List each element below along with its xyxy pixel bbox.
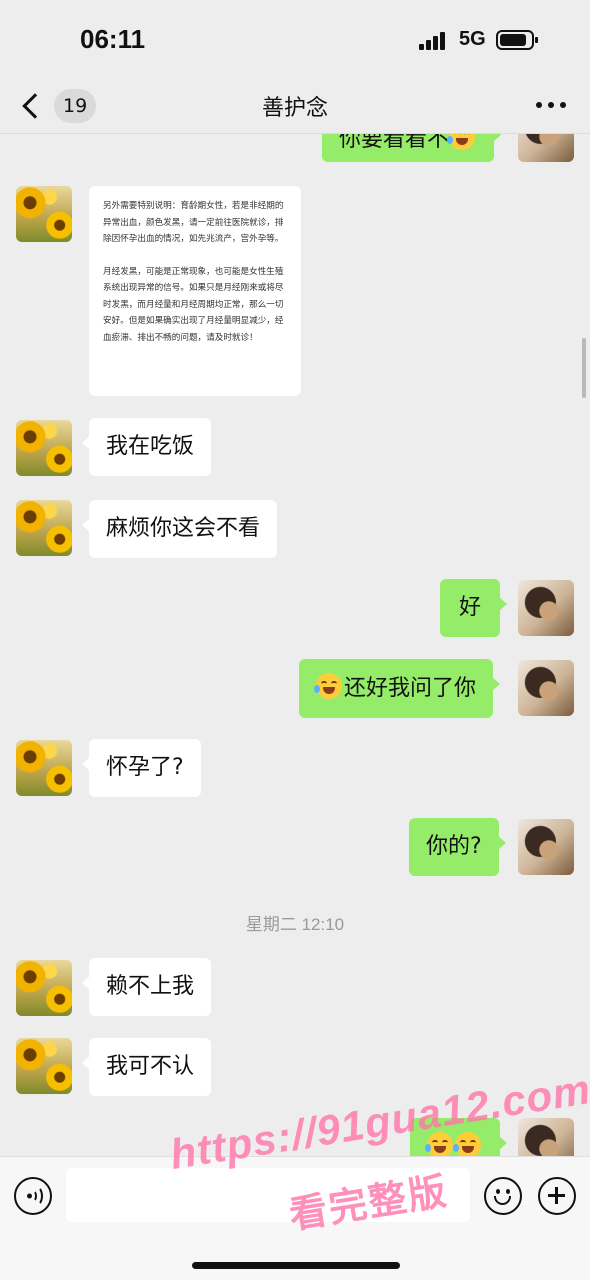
emoji-button[interactable] <box>484 1177 522 1215</box>
message-text: 赖不上我 <box>106 974 195 999</box>
my-avatar[interactable] <box>518 819 574 875</box>
message-bubble-incoming[interactable]: 我在吃饭 <box>81 418 212 476</box>
signal-icon <box>419 30 449 50</box>
contact-avatar[interactable] <box>16 500 72 556</box>
contact-avatar[interactable] <box>16 420 72 476</box>
chat-header: 19 善护念 <box>0 78 590 134</box>
more-actions-button[interactable] <box>538 1177 576 1215</box>
message-bubble-incoming[interactable]: 赖不上我 <box>81 958 212 1016</box>
message-bubble-outgoing[interactable]: 好 <box>440 579 507 637</box>
laugh-cry-emoji-icon <box>425 1132 453 1156</box>
card-paragraph: 月经发黑，可能是正常现象，也可能是女性生殖系统出现异常的信号。如果只是月经刚来或… <box>103 266 284 343</box>
message-bubble-outgoing[interactable]: 还好我问了你 <box>299 659 501 718</box>
network-type: 5G <box>459 28 486 50</box>
message-image-card[interactable]: 另外需要特别说明：育龄期女性，若是非经期的异常出血，颜色发黑，请一定前往医院就诊… <box>89 186 301 396</box>
laugh-cry-emoji-icon <box>314 673 342 699</box>
my-avatar[interactable] <box>518 1118 574 1156</box>
contact-avatar[interactable] <box>16 1038 72 1094</box>
message-bubble-outgoing[interactable]: 你要看看不 <box>322 134 502 162</box>
emoji-icon <box>496 1189 500 1194</box>
home-indicator[interactable] <box>192 1262 400 1269</box>
message-text: 麻烦你这会不看 <box>106 516 261 541</box>
status-bar: 06:11 5G <box>0 0 590 78</box>
my-avatar[interactable] <box>518 580 574 636</box>
message-text: 你的? <box>426 834 482 859</box>
more-dots-icon <box>536 102 542 108</box>
message-timestamp: 星期二 12:10 <box>245 915 345 934</box>
my-avatar[interactable] <box>518 134 574 162</box>
message-text: 我可不认 <box>106 1054 195 1079</box>
message-text: 还好我问了你 <box>344 676 477 701</box>
message-text: 我在吃饭 <box>106 434 195 459</box>
contact-avatar[interactable] <box>16 960 72 1016</box>
message-bubble-outgoing[interactable]: 你的? <box>409 818 506 876</box>
laugh-cry-emoji-icon <box>453 1132 481 1156</box>
voice-button[interactable] <box>14 1177 52 1215</box>
message-bubble-outgoing[interactable] <box>410 1118 507 1156</box>
card-paragraph: 另外需要特别说明：育龄期女性，若是非经期的异常出血，颜色发黑，请一定前往医院就诊… <box>103 201 284 244</box>
message-bubble-incoming[interactable]: 麻烦你这会不看 <box>81 500 278 558</box>
message-text: 好 <box>458 595 481 620</box>
scrollbar[interactable] <box>582 338 586 398</box>
laugh-cry-emoji-icon <box>447 134 476 150</box>
more-button[interactable] <box>536 102 566 110</box>
status-time: 06:11 <box>80 24 146 54</box>
message-list[interactable]: 你要看看不 另外需要特别说明：育龄期女性，若是非经期的异常出血，颜色发黑，请一定… <box>0 134 590 1156</box>
contact-avatar[interactable] <box>16 740 72 796</box>
chat-title: 善护念 <box>261 96 328 121</box>
battery-icon <box>496 30 538 50</box>
message-text: 怀孕了? <box>106 755 184 780</box>
message-bubble-incoming[interactable]: 我可不认 <box>81 1038 212 1096</box>
message-text: 你要看看不 <box>339 134 450 152</box>
my-avatar[interactable] <box>518 660 574 716</box>
message-bubble-incoming[interactable]: 怀孕了? <box>82 739 201 797</box>
contact-avatar[interactable] <box>16 186 72 242</box>
message-input[interactable] <box>66 1168 470 1222</box>
